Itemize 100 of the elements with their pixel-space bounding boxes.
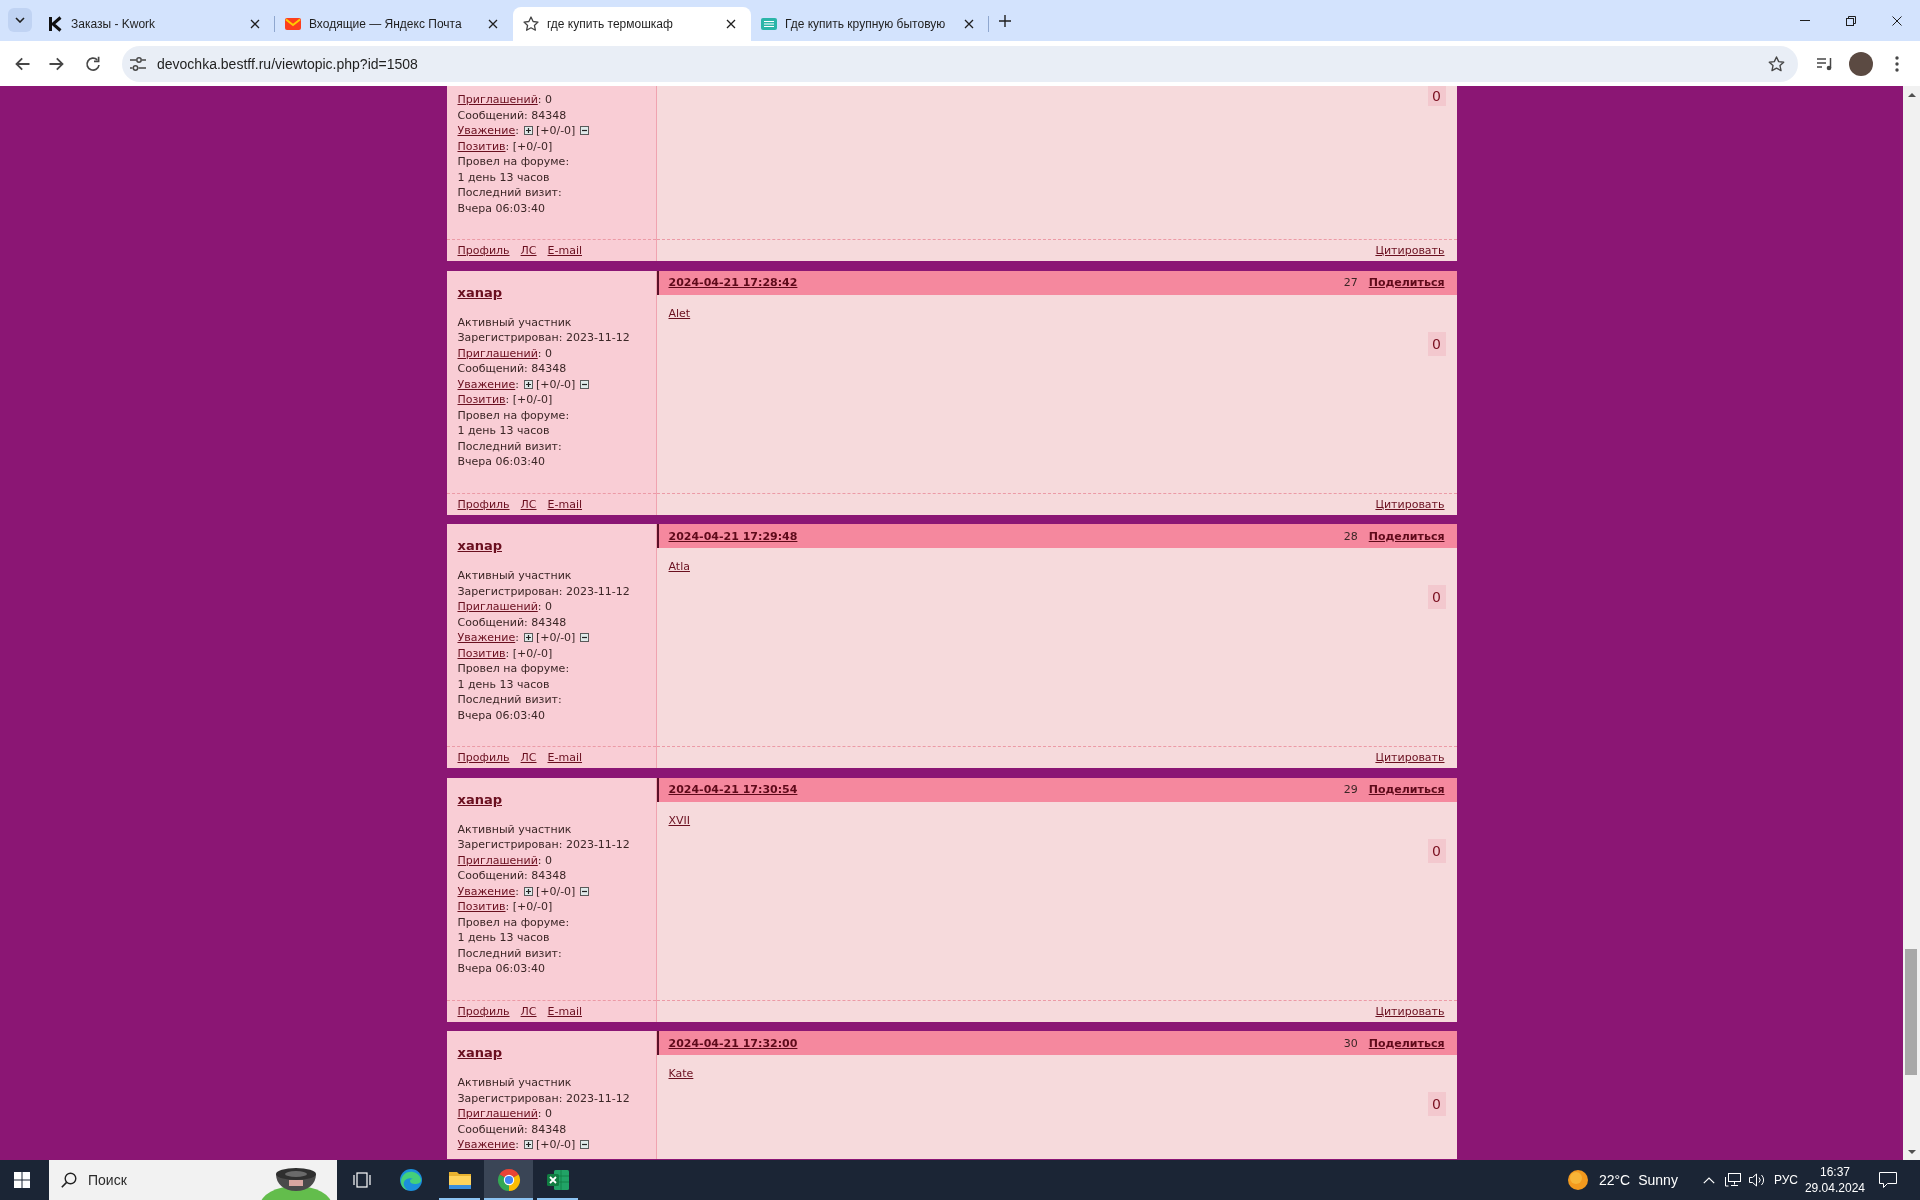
plus-icon[interactable] bbox=[523, 126, 533, 136]
close-icon[interactable] bbox=[726, 19, 736, 29]
quote-link[interactable]: Цитировать bbox=[1375, 497, 1445, 511]
minus-icon[interactable] bbox=[580, 126, 590, 136]
chrome-icon bbox=[496, 1168, 521, 1192]
minus-icon[interactable] bbox=[580, 1140, 590, 1150]
share-link[interactable]: Поделиться bbox=[1368, 529, 1445, 543]
post-date-link[interactable]: 2024-04-21 17:28:42 bbox=[668, 276, 798, 289]
close-icon[interactable] bbox=[250, 19, 260, 29]
stat-link[interactable]: Позитив bbox=[457, 392, 506, 408]
username-link[interactable]: xanap bbox=[457, 538, 502, 554]
stat-link[interactable]: Позитив bbox=[457, 138, 506, 154]
taskbar-button[interactable] bbox=[484, 1160, 533, 1200]
post-date-link[interactable]: 2024-04-21 17:29:48 bbox=[668, 529, 798, 543]
browser-tab[interactable]: Заказы - Kwork bbox=[37, 7, 275, 41]
footer-link[interactable]: E-mail bbox=[547, 244, 582, 257]
share-link[interactable]: Поделиться bbox=[1368, 783, 1445, 796]
plus-icon[interactable] bbox=[523, 886, 533, 896]
share-link[interactable]: Поделиться bbox=[1368, 276, 1445, 289]
scrollbar[interactable] bbox=[1903, 86, 1920, 1160]
chevron-up-icon[interactable] bbox=[1702, 1176, 1715, 1184]
minus-icon[interactable] bbox=[580, 633, 590, 643]
profile-text: Сообщений: 84348 bbox=[457, 614, 567, 630]
address-field[interactable]: devochka.bestff.ru/viewtopic.php?id=1508 bbox=[122, 45, 1798, 82]
profile-avatar[interactable] bbox=[1849, 51, 1873, 76]
quote-link[interactable]: Цитировать bbox=[1375, 1004, 1445, 1018]
weather-condition[interactable]: Sunny bbox=[1638, 1172, 1678, 1188]
stat-link[interactable]: Приглашений bbox=[457, 345, 538, 361]
stat-link[interactable]: Позитив bbox=[457, 899, 506, 915]
stat-value: [+0/-0] bbox=[535, 376, 576, 392]
stat-link[interactable]: Приглашений bbox=[457, 852, 538, 868]
stat-link[interactable]: Приглашений bbox=[457, 599, 538, 615]
browser-tab[interactable]: Входящие — Яндекс Почта bbox=[275, 7, 513, 41]
bookmark-star-icon[interactable] bbox=[1768, 55, 1785, 72]
profile-text: Сообщений: 84348 bbox=[457, 1121, 567, 1137]
footer-link[interactable]: E-mail bbox=[547, 1004, 582, 1018]
windows-icon[interactable] bbox=[14, 1172, 30, 1188]
notification-icon[interactable] bbox=[1879, 1172, 1897, 1188]
volume-icon[interactable] bbox=[1748, 1173, 1765, 1187]
footer-link[interactable]: Профиль bbox=[457, 497, 510, 511]
tab-title: где купить термошкаф bbox=[547, 17, 674, 31]
stat-link[interactable]: Позитив bbox=[457, 645, 506, 661]
profile-text: Провел на форуме: bbox=[457, 407, 570, 423]
vote-count: 0 bbox=[1427, 86, 1446, 106]
stat-link[interactable]: Приглашений bbox=[457, 1106, 538, 1122]
post-link[interactable]: Kate bbox=[668, 1066, 694, 1082]
footer-link[interactable]: Профиль bbox=[457, 244, 510, 257]
footer-link[interactable]: ЛС bbox=[520, 244, 537, 257]
stat-colon: : bbox=[515, 123, 519, 139]
menu-icon[interactable] bbox=[1895, 55, 1899, 72]
tab-list-button[interactable] bbox=[8, 8, 32, 32]
plus-icon[interactable] bbox=[523, 1140, 533, 1150]
minus-icon[interactable] bbox=[580, 886, 590, 896]
forward-icon[interactable] bbox=[49, 55, 65, 72]
network-icon[interactable] bbox=[1724, 1173, 1741, 1187]
site-settings-icon[interactable] bbox=[130, 56, 146, 71]
username-link[interactable]: xanap bbox=[457, 284, 502, 301]
weather-temperature[interactable]: 22°C bbox=[1598, 1172, 1631, 1188]
post-date-link[interactable]: 2024-04-21 17:30:54 bbox=[668, 783, 798, 796]
restore-icon[interactable] bbox=[1846, 15, 1856, 26]
quote-link[interactable]: Цитировать bbox=[1375, 244, 1445, 257]
browser-tab[interactable]: Где купить крупную бытовую bbox=[751, 7, 989, 41]
stat-link[interactable]: Приглашений bbox=[457, 92, 538, 108]
close-icon[interactable] bbox=[488, 19, 498, 29]
close-icon[interactable] bbox=[964, 19, 974, 29]
footer-link[interactable]: ЛС bbox=[520, 497, 537, 511]
scroll-down-icon[interactable] bbox=[1907, 1149, 1916, 1154]
post-link[interactable]: Atla bbox=[668, 559, 690, 575]
username-link[interactable]: xanap bbox=[457, 791, 502, 808]
close-icon[interactable] bbox=[1892, 15, 1902, 26]
footer-link[interactable]: ЛС bbox=[520, 751, 537, 764]
browser-tab[interactable]: где купить термошкаф bbox=[513, 7, 751, 41]
scroll-thumb[interactable] bbox=[1905, 949, 1917, 1075]
footer-link[interactable]: E-mail bbox=[547, 751, 582, 764]
share-link[interactable]: Поделиться bbox=[1368, 1036, 1445, 1050]
footer-link[interactable]: Профиль bbox=[457, 751, 510, 764]
list-icon bbox=[761, 16, 777, 32]
scroll-up-icon[interactable] bbox=[1907, 92, 1916, 97]
footer-link[interactable]: Профиль bbox=[457, 1004, 510, 1018]
reload-icon[interactable] bbox=[85, 55, 101, 72]
post-date-link[interactable]: 2024-04-21 17:32:00 bbox=[668, 1036, 798, 1050]
language-indicator[interactable]: РУС bbox=[1773, 1173, 1798, 1187]
quote-link[interactable]: Цитировать bbox=[1375, 751, 1445, 764]
plus-icon[interactable] bbox=[523, 633, 533, 643]
footer-link[interactable]: E-mail bbox=[547, 497, 582, 511]
profile-text: 1 день 13 часов bbox=[457, 423, 550, 439]
post-link[interactable]: Alet bbox=[668, 305, 691, 321]
profile-text: Вчера 06:03:40 bbox=[457, 707, 545, 723]
footer-link[interactable]: ЛС bbox=[520, 1004, 537, 1018]
minus-icon[interactable] bbox=[580, 379, 590, 389]
new-tab-icon[interactable] bbox=[999, 15, 1011, 27]
clock-date[interactable]: 29.04.2024 bbox=[1804, 1180, 1865, 1196]
clock-time[interactable]: 16:37 bbox=[1819, 1164, 1850, 1180]
back-icon[interactable] bbox=[14, 55, 30, 72]
post-link[interactable]: XVII bbox=[668, 812, 691, 828]
profile-text: Зарегистрирован: 2023-11-12 bbox=[457, 1090, 630, 1106]
username-link[interactable]: xanap bbox=[457, 1045, 502, 1061]
plus-icon[interactable] bbox=[523, 379, 533, 389]
edge-icon bbox=[398, 1168, 423, 1192]
media-queue-icon[interactable] bbox=[1817, 56, 1833, 71]
